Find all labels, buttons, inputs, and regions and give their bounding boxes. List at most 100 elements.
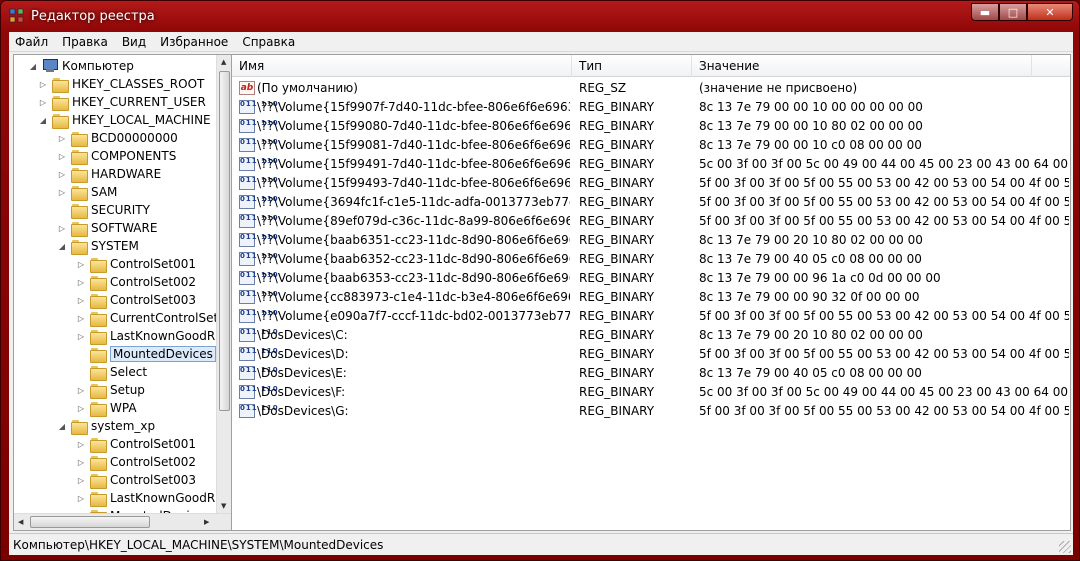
collapse-icon[interactable]: ◢ bbox=[57, 422, 67, 431]
value-value-cell: 8c 13 7e 79 00 20 10 80 02 00 00 00 bbox=[699, 328, 923, 342]
tree-item[interactable]: ▷ ControlSet001 bbox=[76, 255, 196, 273]
expand-icon[interactable]: ▷ bbox=[76, 458, 86, 467]
expand-icon[interactable]: ▷ bbox=[38, 80, 48, 89]
tree-item[interactable]: ▷ SAM bbox=[57, 183, 117, 201]
tree-item[interactable]: ▷ ControlSet003 bbox=[76, 471, 196, 489]
value-row[interactable]: 011 110 \??\Volume{cc883973-c1e4-11dc-b3e… bbox=[232, 288, 1070, 307]
tree-horizontal-scroll-thumb[interactable] bbox=[30, 516, 150, 528]
folder-icon bbox=[90, 275, 107, 291]
value-row[interactable]: 011 110 \??\Volume{15f99493-7d40-11dc-bfe… bbox=[232, 174, 1070, 193]
value-row[interactable]: 011 110 \DosDevices\D: REG_BINARY 5f 00 3f … bbox=[232, 345, 1070, 364]
value-name-cell: \??\Volume{cc883973-c1e4-11dc-b3e4-806e6… bbox=[257, 290, 570, 304]
expand-icon[interactable]: ▷ bbox=[57, 152, 67, 161]
value-type-cell: REG_BINARY bbox=[579, 100, 655, 114]
expand-icon[interactable]: ▷ bbox=[76, 494, 86, 503]
maximize-button[interactable]: □ bbox=[999, 3, 1027, 21]
tree-horizontal-scrollbar[interactable]: ◀ ▶ bbox=[14, 513, 232, 530]
minimize-button[interactable]: ▬ bbox=[971, 3, 999, 21]
tree-item[interactable]: ▷ Setup bbox=[76, 381, 145, 399]
title-bar[interactable]: Редактор реестра ▬ □ ✕ bbox=[1, 1, 1079, 31]
value-row[interactable]: 011 110 \??\Volume{3694fc1f-c1e5-11dc-adf… bbox=[232, 193, 1070, 212]
menu-help[interactable]: Справка bbox=[242, 35, 295, 49]
value-value-cell: 8c 13 7e 79 00 20 10 80 02 00 00 00 bbox=[699, 233, 923, 247]
value-row[interactable]: 011 110 \??\Volume{15f99081-7d40-11dc-bfe… bbox=[232, 136, 1070, 155]
tree-item[interactable]: ▷ HKEY_CLASSES_ROOT bbox=[38, 75, 204, 93]
scroll-left-icon[interactable]: ◀ bbox=[18, 518, 23, 526]
value-type-cell: REG_BINARY bbox=[579, 290, 655, 304]
menu-favorites[interactable]: Избранное bbox=[160, 35, 228, 49]
tree-item-label: ControlSet001 bbox=[110, 437, 196, 451]
menu-view[interactable]: Вид bbox=[122, 35, 146, 49]
tree-item[interactable]: ▷ COMPONENTS bbox=[57, 147, 176, 165]
tree-item[interactable]: ▷ ControlSet003 bbox=[76, 291, 196, 309]
scroll-right-icon[interactable]: ▶ bbox=[204, 518, 209, 526]
menu-file[interactable]: Файл bbox=[15, 35, 48, 49]
expand-icon[interactable]: ▷ bbox=[38, 98, 48, 107]
tree-item[interactable]: ▷ ControlSet001 bbox=[76, 435, 196, 453]
value-row[interactable]: 011 110 \??\Volume{baab6352-cc23-11dc-8d9… bbox=[232, 250, 1070, 269]
maximize-icon: □ bbox=[1007, 5, 1019, 19]
tree-item[interactable]: ▷ ControlSet002 bbox=[76, 453, 196, 471]
value-row[interactable]: 011 110 \DosDevices\G: REG_BINARY 5f 00 3f … bbox=[232, 402, 1070, 421]
expand-icon[interactable]: ▷ bbox=[76, 314, 86, 323]
value-value-cell: 5f 00 3f 00 3f 00 5f 00 55 00 53 00 42 0… bbox=[699, 309, 1069, 323]
scroll-up-icon[interactable]: ▲ bbox=[221, 58, 226, 66]
tree-item[interactable]: ▷ BCD00000000 bbox=[57, 129, 178, 147]
expand-icon[interactable]: ▷ bbox=[57, 188, 67, 197]
tree-item[interactable]: ▷ WPA bbox=[76, 399, 137, 417]
collapse-icon[interactable]: ◢ bbox=[57, 242, 67, 251]
expand-icon[interactable]: ▷ bbox=[76, 440, 86, 449]
tree-item[interactable]: Select bbox=[76, 363, 147, 381]
value-row[interactable]: 011 110 \DosDevices\E: REG_BINARY 8c 13 7e … bbox=[232, 364, 1070, 383]
value-row[interactable]: 011 110 \DosDevices\F: REG_BINARY 5c 00 3f … bbox=[232, 383, 1070, 402]
column-value-header[interactable]: Значение bbox=[692, 55, 1032, 77]
tree-item[interactable]: ◢ HKEY_LOCAL_MACHINE bbox=[38, 111, 211, 129]
collapse-icon[interactable]: ◢ bbox=[38, 116, 48, 125]
value-row[interactable]: 011 110 \??\Volume{15f9907f-7d40-11dc-bfe… bbox=[232, 98, 1070, 117]
tree-item[interactable]: ▷ HARDWARE bbox=[57, 165, 161, 183]
tree-item-label: ControlSet002 bbox=[110, 275, 196, 289]
tree-item[interactable]: ◢ Компьютер bbox=[28, 57, 134, 75]
expand-icon[interactable]: ▷ bbox=[76, 476, 86, 485]
value-row[interactable]: 011 110 \DosDevices\C: REG_BINARY 8c 13 7e … bbox=[232, 326, 1070, 345]
resize-grip-icon[interactable] bbox=[1059, 541, 1071, 553]
expand-icon[interactable]: ▷ bbox=[76, 260, 86, 269]
expand-icon[interactable]: ▷ bbox=[76, 278, 86, 287]
tree-item[interactable]: ◢ SYSTEM bbox=[57, 237, 139, 255]
value-row[interactable]: 011 110 \??\Volume{15f99491-7d40-11dc-bfe… bbox=[232, 155, 1070, 174]
value-value-cell: 5c 00 3f 00 3f 00 5c 00 49 00 44 00 45 0… bbox=[699, 385, 1069, 399]
tree-item[interactable]: ▷ ControlSet002 bbox=[76, 273, 196, 291]
scroll-down-icon[interactable]: ▼ bbox=[221, 502, 226, 510]
value-row[interactable]: 011 110 \??\Volume{89ef079d-c36c-11dc-8a9… bbox=[232, 212, 1070, 231]
expand-icon[interactable]: ▷ bbox=[57, 170, 67, 179]
tree-item[interactable]: ▷ LastKnownGoodR bbox=[76, 489, 215, 507]
tree-item[interactable]: SECURITY bbox=[57, 201, 150, 219]
binary-value-icon: 011 110 bbox=[239, 271, 278, 285]
tree-item[interactable]: ▷ CurrentControlSet bbox=[76, 309, 217, 327]
values-list[interactable]: Имя Тип Значение ab (По умолчанию) REG_SZ (… bbox=[231, 54, 1071, 531]
registry-tree[interactable]: ◢ Компьютер ▷ HKEY_CLASSES_ROOT ▷ HKEY_CURREN… bbox=[13, 54, 233, 531]
value-row[interactable]: ab (По умолчанию) REG_SZ (значение не присв… bbox=[232, 79, 1070, 98]
column-name-header[interactable]: Имя bbox=[232, 55, 572, 77]
tree-item[interactable]: ▷ HKEY_CURRENT_USER bbox=[38, 93, 206, 111]
close-button[interactable]: ✕ bbox=[1027, 3, 1073, 21]
expand-icon[interactable]: ▷ bbox=[76, 332, 86, 341]
expand-icon[interactable]: ▷ bbox=[76, 404, 86, 413]
value-row[interactable]: 011 110 \??\Volume{e090a7f7-cccf-11dc-bd0… bbox=[232, 307, 1070, 326]
expand-icon[interactable]: ▷ bbox=[76, 386, 86, 395]
column-type-header[interactable]: Тип bbox=[572, 55, 692, 77]
tree-item[interactable]: ▷ LastKnownGoodR bbox=[76, 327, 215, 345]
value-row[interactable]: 011 110 \??\Volume{baab6353-cc23-11dc-8d9… bbox=[232, 269, 1070, 288]
tree-item[interactable]: ◢ system_xp bbox=[57, 417, 155, 435]
expand-icon[interactable]: ▷ bbox=[57, 134, 67, 143]
expand-icon[interactable]: ▷ bbox=[76, 296, 86, 305]
tree-item[interactable]: MountedDevices bbox=[76, 345, 216, 363]
value-row[interactable]: 011 110 \??\Volume{baab6351-cc23-11dc-8d9… bbox=[232, 231, 1070, 250]
tree-item[interactable]: ▷ SOFTWARE bbox=[57, 219, 157, 237]
value-row[interactable]: 011 110 \??\Volume{15f99080-7d40-11dc-bfe… bbox=[232, 117, 1070, 136]
expand-icon[interactable]: ▷ bbox=[57, 224, 67, 233]
collapse-icon[interactable]: ◢ bbox=[28, 62, 38, 71]
tree-vertical-scroll-thumb[interactable] bbox=[219, 71, 230, 411]
menu-edit[interactable]: Правка bbox=[62, 35, 108, 49]
tree-vertical-scrollbar[interactable]: ▲ ▼ bbox=[216, 55, 232, 513]
